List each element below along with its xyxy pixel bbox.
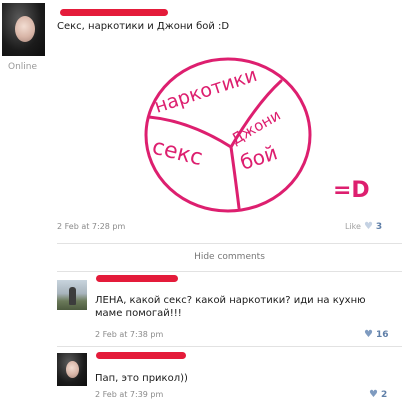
hide-comments-link[interactable]: Hide comments <box>57 252 402 262</box>
post-like-button[interactable]: Like ♥ 3 <box>345 221 382 232</box>
post-drawing[interactable]: наркотики секс Джони бой =D <box>135 55 395 220</box>
divider <box>57 271 402 272</box>
online-status: Online <box>8 62 38 72</box>
post-text: Секс, наркотики и Джони бой :D <box>57 21 230 32</box>
comment-text: ЛЕНА, какой секс? какой наркотики? иди н… <box>95 295 366 319</box>
comment-timestamp[interactable]: 2 Feb at 7:39 pm <box>95 390 163 399</box>
slice-label-right-1: Джони <box>228 106 284 149</box>
divider <box>57 346 402 347</box>
comment-text: Пап, это прикол)) <box>95 373 188 384</box>
avatar-figure <box>69 287 76 305</box>
heart-icon: ♥ <box>363 221 373 232</box>
like-count: 2 <box>380 389 388 400</box>
heart-icon: ♥ <box>369 389 378 400</box>
divider <box>57 243 402 244</box>
author-avatar[interactable] <box>2 3 45 56</box>
slice-label-top: наркотики <box>152 64 260 118</box>
like-count: 16 <box>375 329 389 340</box>
comment-like-button[interactable]: ♥ 2 <box>369 389 387 400</box>
comment-timestamp[interactable]: 2 Feb at 7:38 pm <box>95 330 163 339</box>
like-count: 3 <box>375 221 383 232</box>
comment-like-button[interactable]: ♥ 16 <box>364 329 389 340</box>
slice-label-right-2: бой <box>237 140 280 174</box>
comment-avatar[interactable] <box>57 280 87 310</box>
heart-icon: ♥ <box>364 329 373 340</box>
author-name-redacted <box>60 9 168 16</box>
comment-avatar[interactable] <box>57 353 87 386</box>
post-timestamp[interactable]: 2 Feb at 7:28 pm <box>57 222 125 231</box>
like-label: Like <box>345 222 361 231</box>
commenter-name-redacted <box>96 352 186 359</box>
commenter-name-redacted <box>96 275 178 282</box>
slice-label-left: секс <box>150 135 206 172</box>
emoticon: =D <box>333 178 370 203</box>
